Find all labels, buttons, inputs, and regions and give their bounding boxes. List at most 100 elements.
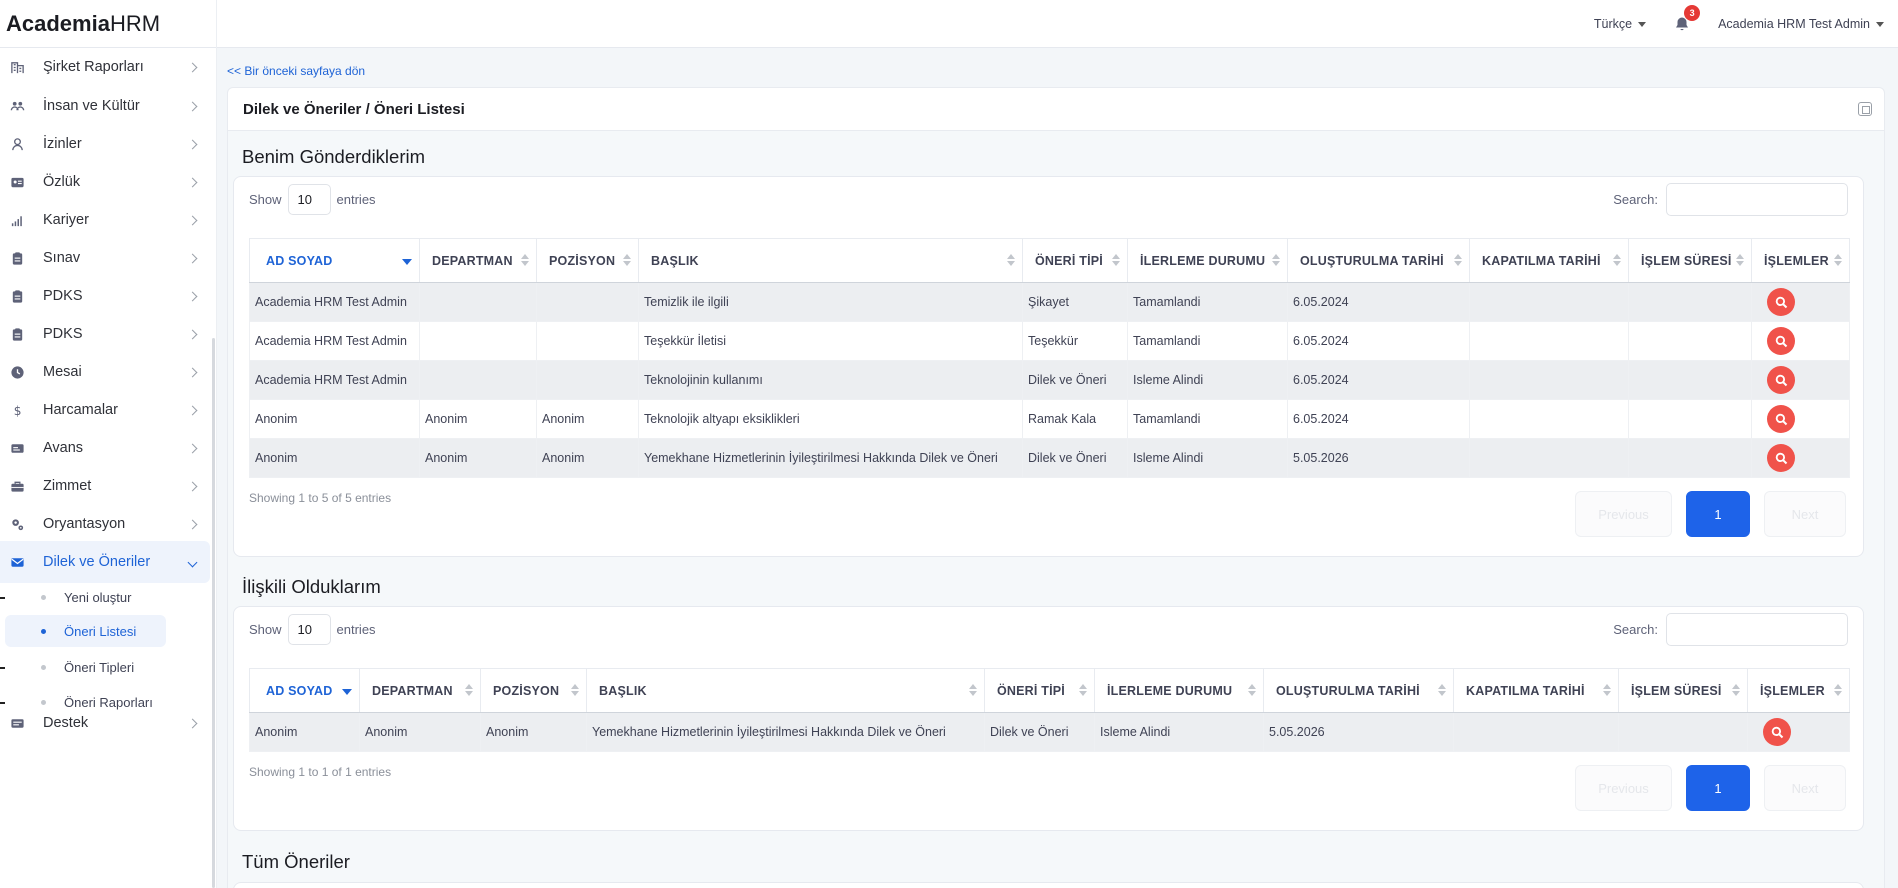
column-header[interactable]: BAŞLIK (586, 668, 985, 713)
table-cell (536, 321, 639, 361)
sort-icon (465, 684, 473, 698)
clipboard-icon (9, 288, 25, 304)
show-label: Show (249, 622, 282, 637)
column-header[interactable]: İLERLEME DURUMU (1094, 668, 1264, 713)
sidebar-item-oryantasyon[interactable]: Oryantasyon (0, 503, 210, 545)
column-header[interactable]: POZİSYON (536, 238, 639, 283)
back-link[interactable]: << Bir önceki sayfaya dön (227, 64, 365, 78)
data-table: AD SOYAD DEPARTMAN POZİSYON BAŞLIK ÖNERİ TİP… (249, 238, 1850, 478)
search-icon (1775, 374, 1787, 386)
sidebar-item-avans[interactable]: Avans (0, 427, 210, 469)
table-cell (1453, 712, 1619, 752)
column-header[interactable]: KAPATILMA TARİHİ (1469, 238, 1629, 283)
sidebar-item-şirket-raporları[interactable]: Şirket Raporları (0, 48, 210, 88)
sidebar-item-label: PDKS (43, 288, 83, 304)
sort-icon (1272, 254, 1280, 268)
chevron-right-icon (187, 291, 198, 301)
sort-icon (1834, 684, 1842, 698)
sidebar-item-i-zinler[interactable]: İzinler (0, 123, 210, 165)
search-input[interactable] (1666, 613, 1848, 646)
sidebar-item-i-nsan-ve-kültür[interactable]: İnsan ve Kültür (0, 85, 210, 127)
table-cell: Anonim (249, 438, 420, 478)
sidebar-subitem-3[interactable]: Öneri Tipleri (0, 651, 166, 683)
sidebar-item-mesai[interactable]: Mesai (0, 351, 210, 393)
notifications-button[interactable]: 3 (1672, 5, 1701, 34)
entries-label: entries (336, 192, 376, 207)
table-cell: Teknolojik altyapı eksiklikleri (638, 399, 1023, 439)
people-icon (9, 98, 25, 114)
sidebar-item-label: PDKS (43, 326, 83, 342)
user-menu[interactable]: Academia HRM Test Admin (1718, 17, 1884, 31)
column-header[interactable]: OLUŞTURULMA TARİHİ (1287, 238, 1470, 283)
table-cell: Dilek ve Öneri (984, 712, 1095, 752)
table-cell: Tamamlandi (1127, 399, 1288, 439)
view-button[interactable] (1767, 288, 1795, 316)
envelope-icon (9, 554, 25, 570)
sidebar-item-pdks[interactable]: PDKS (0, 313, 210, 355)
building-icon (9, 59, 25, 75)
sidebar-item-zimmet[interactable]: Zimmet (0, 465, 210, 507)
previous-button[interactable]: Previous (1575, 765, 1672, 811)
table-search: Search: (1613, 183, 1848, 216)
column-header[interactable]: İŞLEMLER (1751, 238, 1850, 283)
page-size-select[interactable]: 10 (287, 614, 331, 645)
language-selector[interactable]: Türkçe (1594, 17, 1647, 31)
sidebar-item-dilek-ve-öneriler[interactable]: Dilek ve Öneriler (0, 541, 210, 583)
chevron-right-icon (187, 215, 198, 225)
sidebar-item-label: İzinler (43, 136, 82, 152)
sidebar-item-pdks[interactable]: PDKS (0, 275, 210, 317)
view-button[interactable] (1767, 366, 1795, 394)
column-header[interactable]: İŞLEM SÜRESİ (1618, 668, 1748, 713)
sidebar-scrollbar[interactable] (212, 338, 215, 888)
table-cell: Anonim (249, 712, 360, 752)
table-row: Anonim Anonim Anonim Yemekhane Hizmetlerini… (249, 438, 1850, 478)
sidebar-item-özlük[interactable]: Özlük (0, 161, 210, 203)
column-header[interactable]: İŞLEM SÜRESİ (1628, 238, 1752, 283)
column-header[interactable]: BAŞLIK (638, 238, 1023, 283)
column-header[interactable]: KAPATILMA TARİHİ (1453, 668, 1619, 713)
actions-cell (1747, 712, 1850, 752)
page-size-select[interactable]: 10 (287, 184, 331, 215)
all-table-panel (233, 882, 1864, 888)
sidebar-item-harcamalar[interactable]: $ Harcamalar (0, 389, 210, 431)
column-header[interactable]: ÖNERİ TİPİ (1022, 238, 1128, 283)
table-cell (1469, 360, 1629, 400)
previous-button[interactable]: Previous (1575, 491, 1672, 537)
column-header[interactable]: AD SOYAD (249, 238, 420, 283)
next-button[interactable]: Next (1764, 765, 1846, 811)
table-cell: Yemekhane Hizmetlerinin İyileştirilmesi … (638, 438, 1023, 478)
view-button[interactable] (1767, 444, 1795, 472)
column-header[interactable]: DEPARTMAN (359, 668, 481, 713)
table-row: Anonim Anonim Anonim Teknolojik altyapı eks… (249, 399, 1850, 439)
column-header[interactable]: DEPARTMAN (419, 238, 537, 283)
next-button[interactable]: Next (1764, 491, 1846, 537)
sidebar-subitem-label: Öneri Listesi (64, 623, 137, 639)
column-header[interactable]: OLUŞTURULMA TARİHİ (1263, 668, 1454, 713)
view-button[interactable] (1767, 405, 1795, 433)
column-header[interactable]: ÖNERİ TİPİ (984, 668, 1095, 713)
sidebar-subitem-4[interactable]: Öneri Raporları (0, 686, 166, 718)
column-header[interactable]: POZİSYON (480, 668, 587, 713)
sidebar-item-sınav[interactable]: Sınav (0, 237, 210, 279)
table-cell: Academia HRM Test Admin (249, 360, 420, 400)
id-card-icon (9, 174, 25, 190)
sidebar-item-kariyer[interactable]: Kariyer (0, 199, 210, 241)
tree-marker (0, 667, 5, 669)
chevron-right-icon (187, 177, 198, 187)
view-button[interactable] (1763, 718, 1791, 746)
brand-logo[interactable]: Academia HRM (0, 0, 217, 48)
column-header[interactable]: İŞLEMLER (1747, 668, 1850, 713)
fullscreen-icon[interactable] (1858, 102, 1872, 116)
sort-icon (1438, 684, 1446, 698)
chevron-right-icon (187, 253, 198, 263)
column-header[interactable]: İLERLEME DURUMU (1127, 238, 1288, 283)
sidebar-subitem-2[interactable]: Öneri Listesi (5, 615, 166, 647)
sort-icon (969, 684, 977, 698)
search-input[interactable] (1666, 183, 1848, 216)
sidebar-subitem-1[interactable]: Yeni oluştur (0, 581, 166, 613)
column-header[interactable]: AD SOYAD (249, 668, 360, 713)
page-1-button[interactable]: 1 (1686, 491, 1750, 537)
page-1-button[interactable]: 1 (1686, 765, 1750, 811)
table-cell: 6.05.2024 (1287, 399, 1470, 439)
view-button[interactable] (1767, 327, 1795, 355)
